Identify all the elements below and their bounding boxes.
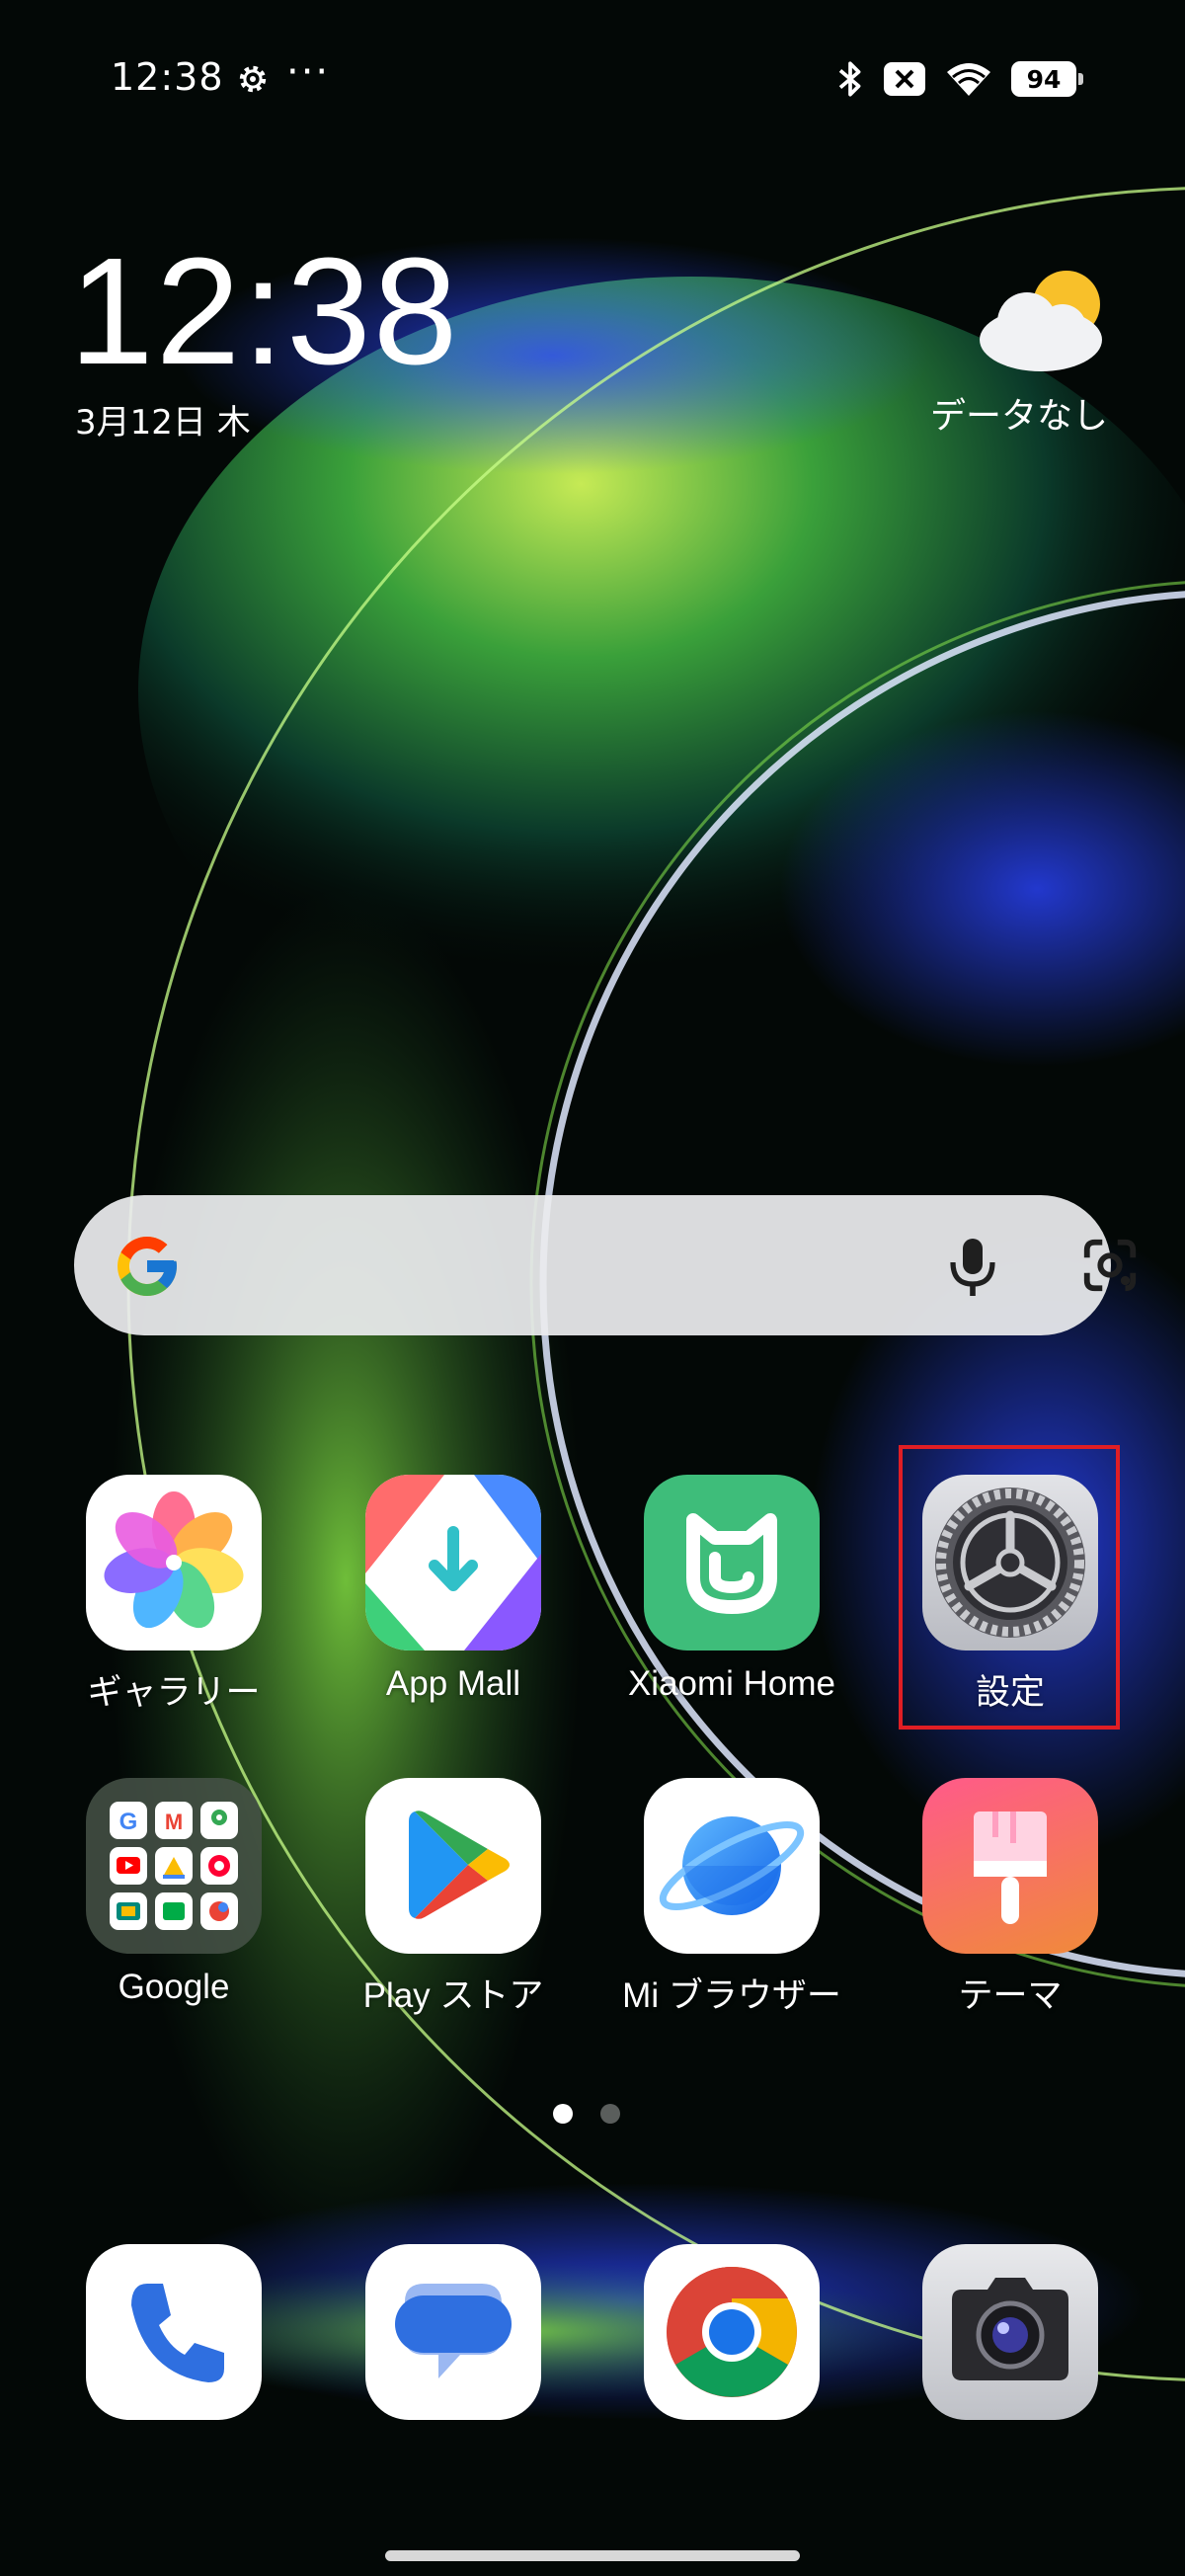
app-label: Mi ブラウザー [622, 1976, 841, 2015]
clock-widget[interactable]: 12:38 3月12日 木 [69, 226, 460, 443]
battery-icon: 94 [1011, 61, 1083, 97]
messages-icon [365, 2244, 541, 2420]
more-notifications-indicator: ··· [286, 49, 331, 95]
phone-icon [86, 2244, 262, 2420]
google-g-icon [118, 1237, 177, 1296]
bluetooth-icon [838, 61, 861, 97]
settings-highlight-box [899, 1445, 1120, 1730]
app-play-store[interactable]: Play ストア [325, 1778, 582, 2018]
mi-browser-icon [644, 1778, 820, 1954]
svg-text:G: G [119, 1809, 138, 1835]
google-lens-icon[interactable] [1079, 1235, 1141, 1296]
dock-phone[interactable] [45, 2244, 302, 2420]
clock-date: 3月12日 木 [75, 403, 251, 443]
app-themes[interactable]: テーマ [882, 1778, 1139, 2018]
themes-icon [922, 1778, 1098, 1954]
weather-widget[interactable]: データなし [910, 267, 1108, 439]
dock-chrome[interactable] [603, 2244, 860, 2420]
app-app-mall[interactable]: App Mall [325, 1475, 582, 1704]
app-label: Play ストア [362, 1976, 544, 2015]
page-dot[interactable] [600, 2104, 620, 2124]
status-time: 12:38 [111, 55, 224, 99]
dock-messages[interactable] [325, 2244, 582, 2420]
app-label: ギャラリー [87, 1673, 261, 1712]
app-label: Google [118, 1968, 230, 2006]
wifi-icon [947, 63, 990, 96]
page-dot-active[interactable] [553, 2104, 573, 2124]
app-mi-browser[interactable]: Mi ブラウザー [603, 1778, 860, 2018]
svg-text:M: M [165, 1810, 183, 1834]
app-label: App Mall [385, 1664, 521, 1703]
clock-time: 12:38 [69, 226, 460, 396]
weather-status: データなし [929, 396, 1108, 437]
play-store-icon [365, 1778, 541, 1954]
status-bar: 12:38 ··· 94 [0, 0, 1185, 158]
battery-level: 94 [1026, 64, 1062, 94]
microphone-icon[interactable] [943, 1235, 1002, 1298]
gear-icon [239, 65, 267, 93]
google-search-bar[interactable] [74, 1195, 1137, 1335]
app-xiaomi-home[interactable]: Xiaomi Home [603, 1475, 860, 1704]
app-label: テーマ [958, 1976, 1063, 2015]
google-folder-icon: G M [86, 1778, 262, 1954]
camera-icon [922, 2244, 1098, 2420]
app-label: Xiaomi Home [627, 1664, 836, 1703]
xiaomi-home-icon [644, 1475, 820, 1650]
chrome-icon [644, 2244, 820, 2420]
sim-off-icon [884, 62, 925, 96]
app-mall-icon [365, 1475, 541, 1650]
app-gallery[interactable]: ギャラリー [45, 1475, 302, 1715]
dock-camera[interactable] [882, 2244, 1139, 2420]
page-indicator[interactable] [553, 2104, 620, 2124]
app-google-folder[interactable]: G M Google [45, 1778, 302, 2007]
gallery-icon [86, 1475, 262, 1650]
home-gesture-bar[interactable] [385, 2550, 800, 2561]
partly-cloudy-icon [980, 271, 1102, 371]
status-icons: 94 [835, 59, 1083, 99]
